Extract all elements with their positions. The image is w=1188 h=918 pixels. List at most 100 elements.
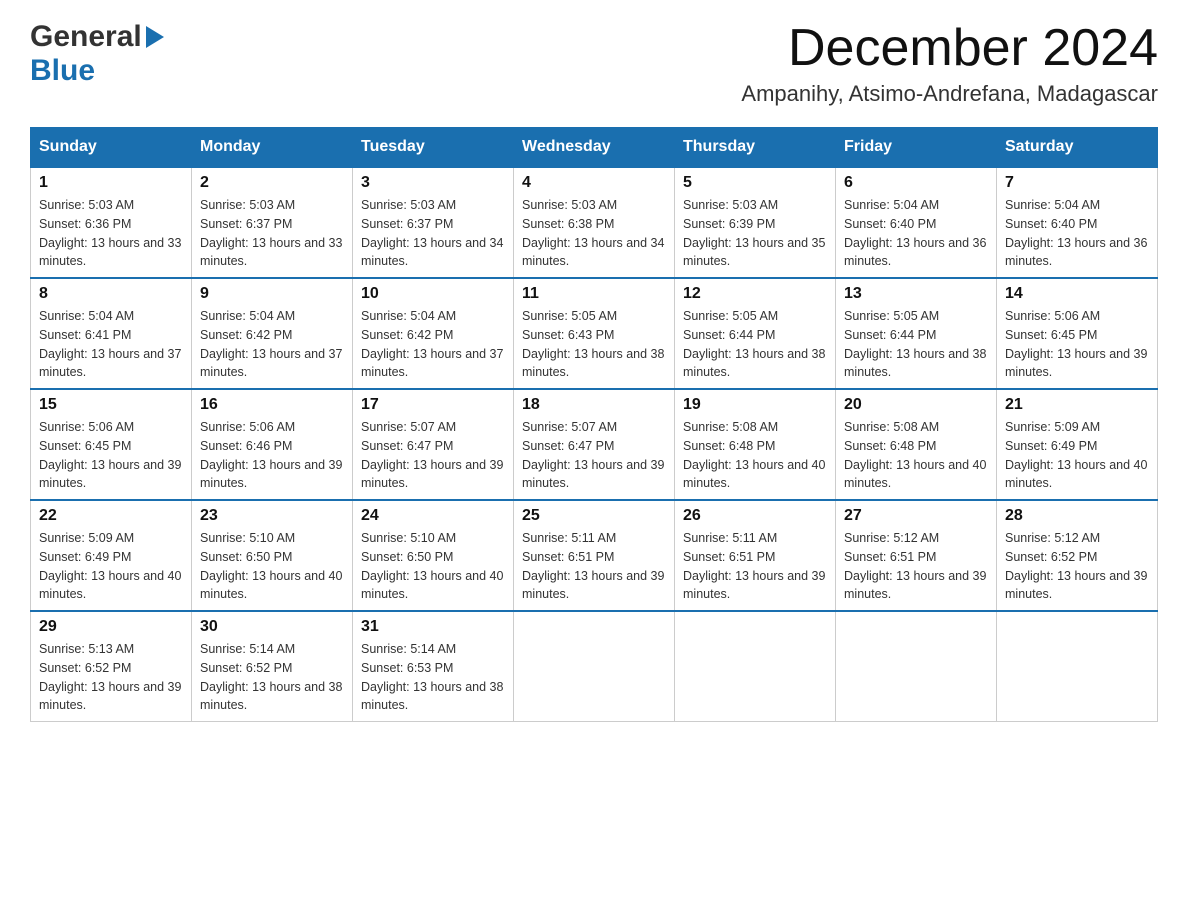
day-info: Sunrise: 5:04 AM Sunset: 6:40 PM Dayligh… — [1005, 196, 1149, 271]
calendar-cell: 19 Sunrise: 5:08 AM Sunset: 6:48 PM Dayl… — [675, 389, 836, 500]
day-info: Sunrise: 5:09 AM Sunset: 6:49 PM Dayligh… — [39, 529, 183, 604]
day-info: Sunrise: 5:09 AM Sunset: 6:49 PM Dayligh… — [1005, 418, 1149, 493]
page-header: General Blue December 2024 Ampanihy, Ats… — [30, 20, 1158, 107]
calendar-cell: 20 Sunrise: 5:08 AM Sunset: 6:48 PM Dayl… — [836, 389, 997, 500]
calendar-cell: 26 Sunrise: 5:11 AM Sunset: 6:51 PM Dayl… — [675, 500, 836, 611]
day-number: 11 — [522, 285, 666, 303]
day-number: 31 — [361, 618, 505, 636]
day-number: 26 — [683, 507, 827, 525]
day-number: 21 — [1005, 396, 1149, 414]
day-info: Sunrise: 5:03 AM Sunset: 6:39 PM Dayligh… — [683, 196, 827, 271]
calendar-cell — [675, 611, 836, 722]
calendar-cell: 23 Sunrise: 5:10 AM Sunset: 6:50 PM Dayl… — [192, 500, 353, 611]
title-section: December 2024 Ampanihy, Atsimo-Andrefana… — [741, 20, 1158, 107]
day-info: Sunrise: 5:14 AM Sunset: 6:52 PM Dayligh… — [200, 640, 344, 715]
day-number: 13 — [844, 285, 988, 303]
day-number: 5 — [683, 174, 827, 192]
day-number: 6 — [844, 174, 988, 192]
day-number: 2 — [200, 174, 344, 192]
day-number: 4 — [522, 174, 666, 192]
day-number: 14 — [1005, 285, 1149, 303]
day-info: Sunrise: 5:03 AM Sunset: 6:37 PM Dayligh… — [361, 196, 505, 271]
calendar-cell: 13 Sunrise: 5:05 AM Sunset: 6:44 PM Dayl… — [836, 278, 997, 389]
location-title: Ampanihy, Atsimo-Andrefana, Madagascar — [741, 81, 1158, 107]
calendar-header-row: SundayMondayTuesdayWednesdayThursdayFrid… — [31, 128, 1158, 168]
calendar-header-tuesday: Tuesday — [353, 128, 514, 168]
day-number: 23 — [200, 507, 344, 525]
calendar-cell: 29 Sunrise: 5:13 AM Sunset: 6:52 PM Dayl… — [31, 611, 192, 722]
calendar-cell: 15 Sunrise: 5:06 AM Sunset: 6:45 PM Dayl… — [31, 389, 192, 500]
calendar-header-monday: Monday — [192, 128, 353, 168]
calendar-cell: 31 Sunrise: 5:14 AM Sunset: 6:53 PM Dayl… — [353, 611, 514, 722]
calendar-week-row-4: 22 Sunrise: 5:09 AM Sunset: 6:49 PM Dayl… — [31, 500, 1158, 611]
calendar-week-row-1: 1 Sunrise: 5:03 AM Sunset: 6:36 PM Dayli… — [31, 167, 1158, 278]
calendar-cell: 28 Sunrise: 5:12 AM Sunset: 6:52 PM Dayl… — [997, 500, 1158, 611]
day-info: Sunrise: 5:13 AM Sunset: 6:52 PM Dayligh… — [39, 640, 183, 715]
calendar-header-sunday: Sunday — [31, 128, 192, 168]
day-info: Sunrise: 5:03 AM Sunset: 6:38 PM Dayligh… — [522, 196, 666, 271]
calendar-cell: 18 Sunrise: 5:07 AM Sunset: 6:47 PM Dayl… — [514, 389, 675, 500]
day-number: 18 — [522, 396, 666, 414]
calendar-cell: 7 Sunrise: 5:04 AM Sunset: 6:40 PM Dayli… — [997, 167, 1158, 278]
calendar-cell: 6 Sunrise: 5:04 AM Sunset: 6:40 PM Dayli… — [836, 167, 997, 278]
day-number: 1 — [39, 174, 183, 192]
calendar-cell: 16 Sunrise: 5:06 AM Sunset: 6:46 PM Dayl… — [192, 389, 353, 500]
calendar-cell: 3 Sunrise: 5:03 AM Sunset: 6:37 PM Dayli… — [353, 167, 514, 278]
day-info: Sunrise: 5:03 AM Sunset: 6:36 PM Dayligh… — [39, 196, 183, 271]
day-number: 17 — [361, 396, 505, 414]
day-info: Sunrise: 5:08 AM Sunset: 6:48 PM Dayligh… — [844, 418, 988, 493]
calendar-cell: 11 Sunrise: 5:05 AM Sunset: 6:43 PM Dayl… — [514, 278, 675, 389]
calendar-cell: 14 Sunrise: 5:06 AM Sunset: 6:45 PM Dayl… — [997, 278, 1158, 389]
calendar-week-row-3: 15 Sunrise: 5:06 AM Sunset: 6:45 PM Dayl… — [31, 389, 1158, 500]
day-number: 22 — [39, 507, 183, 525]
calendar-week-row-5: 29 Sunrise: 5:13 AM Sunset: 6:52 PM Dayl… — [31, 611, 1158, 722]
day-number: 29 — [39, 618, 183, 636]
calendar-cell: 30 Sunrise: 5:14 AM Sunset: 6:52 PM Dayl… — [192, 611, 353, 722]
day-number: 10 — [361, 285, 505, 303]
month-title: December 2024 — [741, 20, 1158, 77]
calendar-table: SundayMondayTuesdayWednesdayThursdayFrid… — [30, 127, 1158, 722]
calendar-cell: 22 Sunrise: 5:09 AM Sunset: 6:49 PM Dayl… — [31, 500, 192, 611]
calendar-cell: 2 Sunrise: 5:03 AM Sunset: 6:37 PM Dayli… — [192, 167, 353, 278]
day-info: Sunrise: 5:12 AM Sunset: 6:51 PM Dayligh… — [844, 529, 988, 604]
calendar-header-friday: Friday — [836, 128, 997, 168]
day-number: 16 — [200, 396, 344, 414]
calendar-cell: 8 Sunrise: 5:04 AM Sunset: 6:41 PM Dayli… — [31, 278, 192, 389]
day-info: Sunrise: 5:10 AM Sunset: 6:50 PM Dayligh… — [200, 529, 344, 604]
day-number: 25 — [522, 507, 666, 525]
calendar-cell: 24 Sunrise: 5:10 AM Sunset: 6:50 PM Dayl… — [353, 500, 514, 611]
logo-blue-text: Blue — [30, 54, 95, 87]
day-info: Sunrise: 5:10 AM Sunset: 6:50 PM Dayligh… — [361, 529, 505, 604]
day-number: 9 — [200, 285, 344, 303]
calendar-cell: 17 Sunrise: 5:07 AM Sunset: 6:47 PM Dayl… — [353, 389, 514, 500]
day-number: 8 — [39, 285, 183, 303]
day-number: 30 — [200, 618, 344, 636]
calendar-cell: 21 Sunrise: 5:09 AM Sunset: 6:49 PM Dayl… — [997, 389, 1158, 500]
day-info: Sunrise: 5:06 AM Sunset: 6:45 PM Dayligh… — [39, 418, 183, 493]
logo-triangle-icon — [146, 26, 164, 53]
day-number: 3 — [361, 174, 505, 192]
calendar-cell: 25 Sunrise: 5:11 AM Sunset: 6:51 PM Dayl… — [514, 500, 675, 611]
day-info: Sunrise: 5:04 AM Sunset: 6:42 PM Dayligh… — [361, 307, 505, 382]
calendar-cell — [997, 611, 1158, 722]
day-number: 7 — [1005, 174, 1149, 192]
calendar-cell: 1 Sunrise: 5:03 AM Sunset: 6:36 PM Dayli… — [31, 167, 192, 278]
day-number: 24 — [361, 507, 505, 525]
day-number: 19 — [683, 396, 827, 414]
calendar-cell: 4 Sunrise: 5:03 AM Sunset: 6:38 PM Dayli… — [514, 167, 675, 278]
day-number: 28 — [1005, 507, 1149, 525]
calendar-cell — [514, 611, 675, 722]
day-info: Sunrise: 5:03 AM Sunset: 6:37 PM Dayligh… — [200, 196, 344, 271]
calendar-cell — [836, 611, 997, 722]
day-info: Sunrise: 5:04 AM Sunset: 6:41 PM Dayligh… — [39, 307, 183, 382]
day-info: Sunrise: 5:05 AM Sunset: 6:43 PM Dayligh… — [522, 307, 666, 382]
calendar-header-thursday: Thursday — [675, 128, 836, 168]
day-number: 12 — [683, 285, 827, 303]
day-info: Sunrise: 5:04 AM Sunset: 6:42 PM Dayligh… — [200, 307, 344, 382]
day-number: 20 — [844, 396, 988, 414]
day-info: Sunrise: 5:06 AM Sunset: 6:45 PM Dayligh… — [1005, 307, 1149, 382]
calendar-header-wednesday: Wednesday — [514, 128, 675, 168]
day-info: Sunrise: 5:11 AM Sunset: 6:51 PM Dayligh… — [522, 529, 666, 604]
day-info: Sunrise: 5:05 AM Sunset: 6:44 PM Dayligh… — [683, 307, 827, 382]
logo: General Blue — [30, 20, 164, 88]
